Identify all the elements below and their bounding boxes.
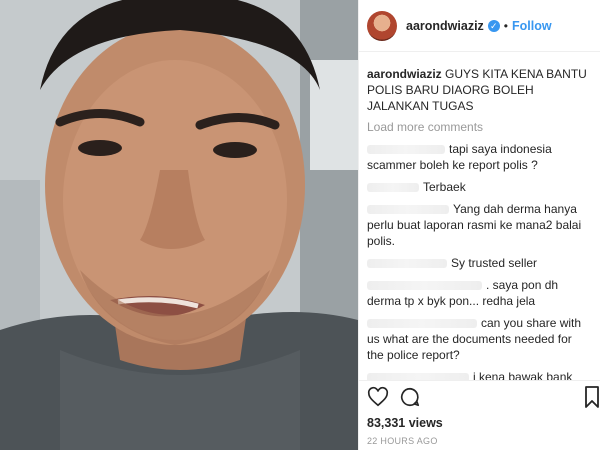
comment-item: can you share with us what are the docum… bbox=[367, 315, 589, 363]
post-timestamp: 22 HOURS AGO bbox=[367, 436, 438, 446]
heart-icon[interactable] bbox=[367, 386, 389, 413]
blurred-commenter-name bbox=[367, 183, 419, 193]
post-actions: 83,331 views 22 HOURS AGO bbox=[359, 380, 600, 451]
comments-list[interactable]: aarondwiaziz GUYS KITA KENA BANTU POLIS … bbox=[359, 66, 600, 380]
comment-item: Terbaek bbox=[367, 179, 589, 195]
post-info-panel: aarondwiaziz ✓ • Follow aarondwiaziz GUY… bbox=[358, 0, 600, 450]
verified-badge-icon: ✓ bbox=[487, 19, 500, 32]
view-count[interactable]: 83,331 views bbox=[367, 416, 443, 430]
comment-text: Terbaek bbox=[423, 180, 466, 194]
separator-dot: • bbox=[503, 18, 508, 33]
blurred-commenter-name bbox=[367, 373, 469, 380]
blurred-commenter-name bbox=[367, 205, 449, 215]
follow-button[interactable]: Follow bbox=[512, 19, 552, 33]
post-header: aarondwiaziz ✓ • Follow bbox=[359, 0, 600, 52]
avatar[interactable] bbox=[367, 10, 397, 41]
comment-item: Yang dah derma hanya perlu buat laporan … bbox=[367, 201, 589, 249]
comment-item: . saya pon dh derma tp x byk pon... redh… bbox=[367, 277, 589, 309]
username-link[interactable]: aarondwiaziz bbox=[406, 19, 484, 33]
load-more-comments-button[interactable]: Load more comments bbox=[367, 120, 589, 134]
blurred-commenter-name bbox=[367, 281, 482, 291]
comment-item: i kena bawak bank statement ke? bbox=[367, 369, 589, 380]
comment-item: tapi saya indonesia scammer boleh ke rep… bbox=[367, 141, 589, 173]
blurred-commenter-name bbox=[367, 145, 445, 155]
blurred-commenter-name bbox=[367, 259, 447, 269]
action-icons bbox=[367, 386, 421, 413]
instagram-post: aarondwiaziz ✓ • Follow aarondwiaziz GUY… bbox=[0, 0, 600, 450]
caption-username[interactable]: aarondwiaziz bbox=[367, 67, 442, 81]
comment-text: Sy trusted seller bbox=[451, 256, 538, 270]
comment-item: Sy trusted seller bbox=[367, 255, 589, 271]
bookmark-icon[interactable] bbox=[585, 386, 599, 413]
post-video[interactable] bbox=[0, 0, 358, 450]
post-caption: aarondwiaziz GUYS KITA KENA BANTU POLIS … bbox=[367, 66, 589, 114]
blurred-commenter-name bbox=[367, 319, 477, 329]
comment-icon[interactable] bbox=[399, 386, 421, 413]
video-frame-illustration bbox=[0, 0, 358, 450]
